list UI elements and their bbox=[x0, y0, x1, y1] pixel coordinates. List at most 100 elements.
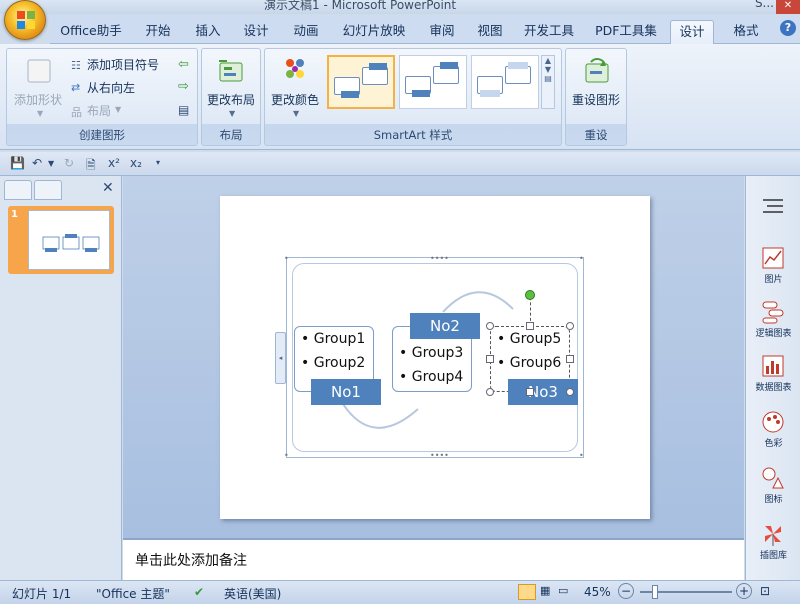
superscript-button[interactable]: x² bbox=[108, 156, 120, 170]
tab-insert[interactable]: 插入 bbox=[188, 20, 228, 44]
tab-format[interactable]: 格式 bbox=[726, 20, 766, 44]
style-thumbnail-2[interactable] bbox=[399, 55, 467, 109]
tab-smartart-design[interactable]: 设计 bbox=[670, 20, 714, 44]
language-indicator[interactable]: 英语(美国) bbox=[224, 585, 281, 602]
add-bullet-button[interactable]: 添加项目符号 bbox=[87, 56, 159, 73]
help-icon[interactable]: ? bbox=[780, 20, 796, 36]
resize-handle-bl[interactable] bbox=[486, 388, 494, 396]
org-layout-caret-icon[interactable]: ▼ bbox=[115, 105, 121, 114]
zoom-level[interactable]: 45% bbox=[584, 585, 611, 599]
resize-handle-right[interactable] bbox=[566, 355, 574, 363]
notes-pane[interactable]: 单击此处添加备注 bbox=[123, 538, 744, 580]
frame-br-handle[interactable]: • bbox=[579, 451, 584, 460]
tab-review[interactable]: 审阅 bbox=[422, 20, 462, 44]
label-no1[interactable]: No1 bbox=[311, 379, 381, 405]
rotate-handle[interactable] bbox=[525, 290, 535, 300]
status-bar: 幻灯片 1/1 "Office 主题" ✔ 英语(美国) ▦ ▭ 45% − +… bbox=[0, 580, 800, 604]
tab-home[interactable]: 开始 bbox=[138, 20, 178, 44]
collapse-panel-icon[interactable] bbox=[746, 198, 800, 218]
text-pane-icon[interactable]: ▤ bbox=[178, 103, 189, 117]
gallery-down-icon[interactable]: ▼ bbox=[542, 65, 554, 74]
redo-icon[interactable]: ↻ bbox=[64, 156, 74, 170]
subscript-button[interactable]: x₂ bbox=[130, 156, 142, 170]
undo-icon[interactable]: ↶ bbox=[32, 156, 42, 170]
shapes-icon bbox=[762, 467, 784, 489]
tab-pdf-tools[interactable]: PDF工具集 bbox=[590, 20, 662, 44]
save-icon[interactable]: 💾 bbox=[10, 156, 25, 170]
slide-thumbnail[interactable] bbox=[28, 210, 110, 270]
tab-office-assistant[interactable]: Office助手 bbox=[58, 20, 124, 44]
tab-design[interactable]: 设计 bbox=[236, 20, 276, 44]
tab-slideshow[interactable]: 幻灯片放映 bbox=[338, 20, 410, 44]
resize-handle-tr[interactable] bbox=[566, 322, 574, 330]
demote-icon[interactable]: ⇨ bbox=[178, 79, 189, 94]
tab-view[interactable]: 视图 bbox=[470, 20, 510, 44]
resize-handle-left[interactable] bbox=[486, 355, 494, 363]
change-colors-icon bbox=[286, 59, 304, 78]
resize-handle-top[interactable] bbox=[526, 322, 534, 330]
change-colors-caret-icon[interactable]: ▼ bbox=[293, 109, 299, 118]
right-to-left-button[interactable]: 从右向左 bbox=[87, 79, 135, 96]
smartart-frame[interactable]: •••• •••• • • • • ◂ • Group1 • Group2 No… bbox=[275, 254, 584, 460]
notes-placeholder[interactable]: 单击此处添加备注 bbox=[135, 550, 247, 570]
group-layout: 更改布局 ▼ 布局 bbox=[201, 48, 261, 146]
office-button[interactable] bbox=[4, 0, 46, 40]
frame-top-handle[interactable]: •••• bbox=[430, 254, 449, 263]
zoom-slider-thumb[interactable] bbox=[652, 585, 658, 599]
undo-caret-icon[interactable]: ▼ bbox=[48, 159, 54, 168]
slideshow-view-icon[interactable]: ▭ bbox=[558, 584, 568, 597]
gallery-more-icon[interactable]: ▤ bbox=[542, 74, 554, 83]
frame-tr-handle[interactable]: • bbox=[579, 254, 584, 263]
slides-pane: ✕ 1 bbox=[0, 176, 122, 580]
right-to-left-icon: ⇄ bbox=[71, 81, 81, 94]
tab-animation[interactable]: 动画 bbox=[286, 20, 326, 44]
right-item-picture[interactable]: 图片 bbox=[746, 246, 800, 288]
add-shape-icon bbox=[27, 59, 51, 83]
close-pane-icon[interactable]: ✕ bbox=[102, 180, 114, 196]
frame-bl-handle[interactable]: • bbox=[284, 451, 289, 460]
gallery-scroll[interactable]: ▲ ▼ ▤ bbox=[541, 55, 555, 109]
close-window-button[interactable]: ✕ bbox=[776, 0, 800, 14]
add-shape-caret-icon[interactable]: ▼ bbox=[37, 109, 43, 118]
list-item: • Group3 bbox=[399, 345, 464, 361]
print-preview-icon[interactable]: 🗎 bbox=[86, 156, 96, 177]
add-shape-button[interactable]: 添加形状 bbox=[14, 91, 62, 108]
slide-sorter-icon[interactable]: ▦ bbox=[540, 584, 550, 597]
slide-thumbnail-selected[interactable]: 1 bbox=[8, 206, 114, 274]
list-item: • Group2 bbox=[301, 355, 366, 371]
label-no2[interactable]: No2 bbox=[410, 313, 480, 339]
right-item-logic-diagram[interactable]: 逻辑图表 bbox=[746, 300, 800, 342]
right-item-icons[interactable]: 图标 bbox=[746, 466, 800, 508]
frame-tl-handle[interactable]: • bbox=[284, 254, 289, 263]
slide-canvas[interactable]: •••• •••• • • • • ◂ • Group1 • Group2 No… bbox=[220, 196, 650, 519]
resize-handle-bottom[interactable] bbox=[526, 388, 534, 396]
resize-handle-tl[interactable] bbox=[486, 322, 494, 330]
change-layout-button[interactable]: 更改布局 bbox=[207, 91, 255, 108]
promote-icon[interactable]: ⇦ bbox=[178, 57, 189, 72]
style-thumbnail-3[interactable] bbox=[471, 55, 539, 109]
change-colors-button[interactable]: 更改颜色 bbox=[271, 91, 319, 108]
text-pane-toggle[interactable]: ◂ bbox=[275, 332, 286, 384]
spellcheck-icon[interactable]: ✔ bbox=[194, 585, 204, 599]
zoom-in-icon[interactable]: + bbox=[736, 583, 752, 599]
normal-view-icon[interactable] bbox=[518, 584, 536, 600]
tab-developer[interactable]: 开发工具 bbox=[520, 20, 578, 44]
zoom-out-icon[interactable]: − bbox=[618, 583, 634, 599]
right-item-colors[interactable]: 色彩 bbox=[746, 410, 800, 452]
right-item-clipart[interactable]: 插图库 bbox=[746, 522, 800, 564]
outline-tab[interactable] bbox=[34, 180, 62, 200]
style-thumbnail-1[interactable] bbox=[327, 55, 395, 109]
org-layout-button[interactable]: 布局 bbox=[87, 102, 111, 119]
right-tool-panel: 图片 逻辑图表 数据图表 色彩 图标 插图库 bbox=[745, 176, 800, 580]
gallery-up-icon[interactable]: ▲ bbox=[542, 56, 554, 65]
right-item-data-chart[interactable]: 数据图表 bbox=[746, 354, 800, 396]
change-layout-caret-icon[interactable]: ▼ bbox=[229, 109, 235, 118]
right-item-label: 色彩 bbox=[764, 439, 783, 449]
slides-tab[interactable] bbox=[4, 180, 32, 200]
theme-name[interactable]: "Office 主题" bbox=[96, 585, 170, 602]
customize-qat-icon[interactable]: ▾ bbox=[156, 158, 160, 167]
reset-graphic-button[interactable]: 重设图形 bbox=[572, 91, 620, 108]
resize-handle-br[interactable] bbox=[566, 388, 574, 396]
slide-number: 1 bbox=[11, 209, 18, 220]
fit-to-window-icon[interactable]: ⊡ bbox=[760, 584, 770, 598]
